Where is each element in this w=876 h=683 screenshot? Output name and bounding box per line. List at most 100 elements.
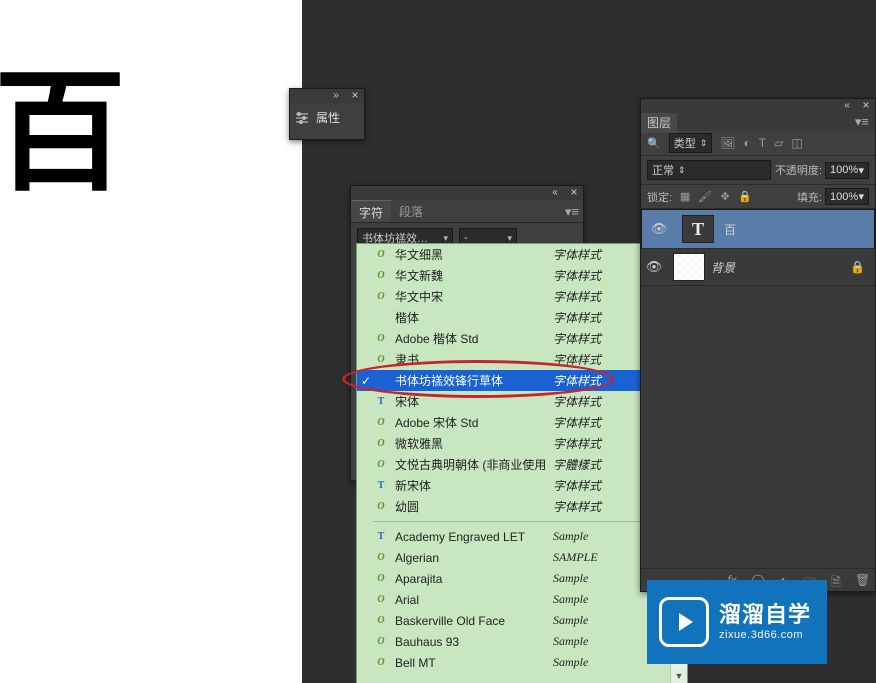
- close-icon[interactable]: ×: [349, 89, 361, 101]
- blend-mode-value: 正常: [652, 162, 674, 178]
- watermark: 溜溜自学 zixue.3d66.com: [647, 580, 827, 664]
- delete-icon[interactable]: 🗑: [855, 573, 869, 587]
- lock-pixels-icon[interactable]: 🖌: [698, 190, 712, 204]
- font-name: 隶书: [395, 351, 545, 368]
- layer-row-background[interactable]: 👁 背景 🔒: [641, 249, 875, 286]
- tab-character[interactable]: 字符: [351, 200, 391, 222]
- lock-all-icon[interactable]: 🔒: [738, 190, 752, 204]
- font-name: 华文细黑: [395, 246, 545, 263]
- layer-filter-combo[interactable]: 类型 ⇕: [669, 133, 713, 153]
- font-list-item[interactable]: O微软雅黑字体样式: [357, 433, 687, 454]
- fill-input[interactable]: 100% ▾: [825, 188, 869, 205]
- visibility-eye-icon[interactable]: 👁: [646, 221, 672, 237]
- font-sample: 字體樣式: [553, 456, 601, 473]
- close-icon[interactable]: ×: [860, 99, 872, 111]
- font-name: Bell MT: [395, 656, 545, 670]
- font-list-item[interactable]: T宋体字体样式: [357, 391, 687, 412]
- font-list-item[interactable]: O华文新魏字体样式: [357, 265, 687, 286]
- scroll-down-icon[interactable]: ▼: [671, 668, 687, 683]
- font-list-item[interactable]: OBaskerville Old FaceSample: [357, 610, 687, 631]
- font-list-item[interactable]: 楷体字体样式: [357, 307, 687, 328]
- font-list-item[interactable]: OAdobe 宋体 Std字体样式: [357, 412, 687, 433]
- font-sample: 字体样式: [553, 477, 601, 494]
- font-list-item[interactable]: O文悦古典明朝体 (非商业使用)字體樣式: [357, 454, 687, 475]
- filter-adjust-icon[interactable]: ◐: [743, 136, 750, 150]
- font-list-item[interactable]: ✓T书体坊禚效锋行草体字体样式: [357, 370, 687, 391]
- close-icon[interactable]: ×: [568, 186, 580, 198]
- font-sample: 字体样式: [553, 393, 601, 410]
- lock-transparent-icon[interactable]: ▦: [678, 190, 692, 204]
- font-list-item[interactable]: O幼圆字体样式: [357, 496, 687, 517]
- font-list-item[interactable]: OAlgerianSAMPLE: [357, 547, 687, 568]
- font-name: Adobe 宋体 Std: [395, 414, 545, 431]
- layer-name[interactable]: 百: [724, 221, 736, 238]
- font-list-item[interactable]: TAcademy Engraved LETSample: [357, 526, 687, 547]
- font-sample: Sample: [553, 592, 588, 607]
- font-name: 幼圆: [395, 498, 545, 515]
- properties-tab-label[interactable]: 属性: [316, 109, 340, 126]
- tab-paragraph[interactable]: 段落: [391, 200, 431, 222]
- font-sample: Sample: [553, 571, 588, 586]
- font-list-item[interactable]: O隶书字体样式: [357, 349, 687, 370]
- flyout-menu-icon[interactable]: ▾≡: [565, 204, 579, 220]
- font-type-icon: O: [375, 552, 387, 563]
- new-layer-icon[interactable]: 🗎: [829, 573, 843, 587]
- font-name: 书体坊禚效锋行草体: [395, 372, 545, 389]
- font-list-item[interactable]: OAdobe 楷体 Std字体样式: [357, 328, 687, 349]
- font-type-icon: O: [375, 501, 387, 512]
- font-sample: 字体样式: [553, 288, 601, 305]
- lock-label: 锁定:: [647, 189, 672, 205]
- filter-shape-icon[interactable]: ▱: [774, 136, 783, 150]
- font-type-icon: O: [375, 636, 387, 647]
- font-list-item[interactable]: O华文中宋字体样式: [357, 286, 687, 307]
- blend-mode-combo[interactable]: 正常 ⇕: [647, 160, 771, 180]
- filter-smart-icon[interactable]: ◫: [791, 136, 802, 150]
- font-sample: SAMPLE: [553, 550, 598, 565]
- filter-image-icon[interactable]: 🖼: [720, 136, 735, 150]
- font-sample: 字体样式: [553, 351, 601, 368]
- font-list-item[interactable]: OBauhaus 93Sample: [357, 631, 687, 652]
- play-icon: [659, 597, 709, 647]
- filter-type-icon[interactable]: T: [759, 136, 766, 150]
- font-list-item[interactable]: O Arial Sample: [357, 589, 687, 610]
- flyout-menu-icon[interactable]: ▾≡: [855, 114, 869, 130]
- font-list-item[interactable]: T新宋体字体样式: [357, 475, 687, 496]
- opacity-input[interactable]: 100% ▾: [825, 162, 869, 179]
- font-name: Arial: [395, 593, 545, 607]
- font-name: 楷体: [395, 309, 545, 326]
- fill-label: 填充:: [797, 189, 822, 205]
- collapse-icon[interactable]: «: [841, 100, 853, 110]
- font-sample: 字体样式: [553, 435, 601, 452]
- collapse-icon[interactable]: «: [549, 187, 561, 197]
- font-list-item[interactable]: O华文细黑字体样式: [357, 244, 687, 265]
- font-type-icon: O: [375, 417, 387, 428]
- font-type-icon: O: [375, 291, 387, 302]
- font-type-icon: O: [375, 249, 387, 260]
- fill-value: 100%: [830, 191, 858, 203]
- font-type-icon: T: [375, 480, 387, 491]
- collapse-icon[interactable]: »: [330, 90, 342, 100]
- font-dropdown[interactable]: O华文细黑字体样式O华文新魏字体样式O华文中宋字体样式楷体字体样式OAdobe …: [356, 243, 688, 683]
- visibility-eye-icon[interactable]: 👁: [641, 259, 667, 275]
- font-sample: Sample: [553, 529, 588, 544]
- font-sample: Sample: [553, 613, 588, 628]
- layer-name[interactable]: 背景: [711, 259, 735, 276]
- lock-position-icon[interactable]: ✥: [718, 190, 732, 204]
- tab-layers[interactable]: 图层: [641, 112, 677, 133]
- font-name: Baskerville Old Face: [395, 614, 545, 628]
- font-sample: 字体样式: [553, 309, 601, 326]
- sliders-icon: [294, 110, 310, 126]
- font-list-item[interactable]: OBell MTSample: [357, 652, 687, 673]
- watermark-url: zixue.3d66.com: [719, 629, 811, 642]
- search-icon: 🔍: [647, 137, 661, 150]
- layer-thumb-type-icon: T: [682, 215, 714, 243]
- font-list-item[interactable]: OAparajitaSample: [357, 568, 687, 589]
- layers-panel-drag[interactable]: [641, 99, 875, 113]
- font-sample: 字体样式: [553, 372, 601, 389]
- lock-icon[interactable]: 🔒: [850, 260, 865, 274]
- layer-row-text[interactable]: 👁 T 百: [641, 209, 875, 249]
- chevron-down-icon: ▾: [507, 233, 512, 244]
- font-name: Academy Engraved LET: [395, 530, 545, 544]
- font-type-icon: O: [375, 594, 387, 605]
- chevron-down-icon: ▾: [443, 233, 448, 244]
